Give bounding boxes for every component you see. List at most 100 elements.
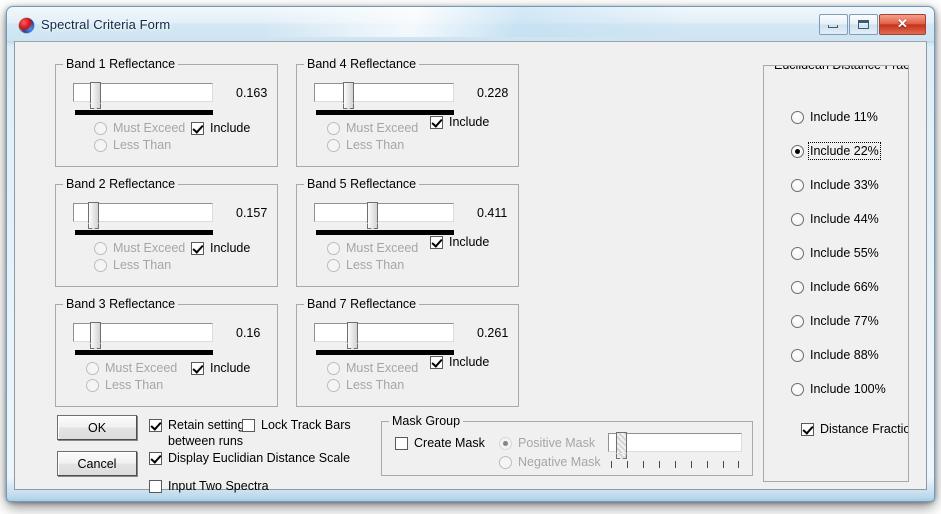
band-5-value: 0.411: [477, 206, 508, 220]
band-1-group: Band 1 Reflectance 0.163 Must Exceed Les…: [55, 57, 278, 167]
title-bar[interactable]: Spectral Criteria Form ✕: [7, 7, 934, 41]
band-7-value: 0.261: [477, 326, 509, 340]
radio-glyph: [791, 212, 804, 226]
band-7-track-channel[interactable]: [314, 323, 454, 342]
band-4-less-than-label: Less Than: [346, 138, 405, 152]
radio-glyph: [327, 258, 340, 272]
band-4-include-label: Include: [449, 115, 490, 129]
band-2-track-thumb[interactable]: [88, 202, 99, 229]
tick-mark: [659, 461, 660, 468]
band-3-less-than-radio[interactable]: Less Than: [86, 378, 163, 392]
band-5-must-exceed-radio[interactable]: Must Exceed: [327, 241, 418, 255]
euclidean-option-include-11[interactable]: Include 11%: [791, 110, 878, 124]
retain-settings-checkbox[interactable]: Retain settings: [149, 418, 251, 432]
band-5-less-than-label: Less Than: [346, 258, 405, 272]
euclidean-option-include-100[interactable]: Include 100%: [791, 382, 886, 396]
band-3-must-exceed-radio[interactable]: Must Exceed: [86, 361, 177, 375]
band-5-include-checkbox[interactable]: Include: [430, 235, 489, 249]
application-window: Spectral Criteria Form ✕ Band 1 Reflecta…: [6, 6, 935, 502]
band-7-less-than-radio[interactable]: Less Than: [327, 378, 404, 392]
create-mask-label: Create Mask: [414, 436, 485, 450]
band-2-must-exceed-label: Must Exceed: [113, 241, 186, 255]
tick-mark: [691, 461, 692, 468]
band-3-title: Band 3 Reflectance: [63, 297, 179, 311]
euclidean-option-include-77[interactable]: Include 77%: [791, 314, 879, 328]
checkbox-glyph: [801, 422, 814, 436]
band-2-include-checkbox[interactable]: Include: [191, 241, 250, 255]
tick-mark: [707, 461, 708, 468]
band-2-must-exceed-radio[interactable]: Must Exceed: [94, 241, 185, 255]
radio-glyph: [499, 436, 512, 450]
band-7-track-thumb[interactable]: [347, 322, 358, 349]
euclidean-option-include-22[interactable]: Include 22%: [791, 142, 881, 160]
band-4-include-checkbox[interactable]: Include: [430, 115, 489, 129]
radio-glyph: [791, 246, 804, 260]
glass-sheen: [267, 7, 687, 37]
tick-mark: [723, 461, 724, 468]
ok-button[interactable]: OK: [57, 415, 137, 440]
checkbox-glyph: [242, 418, 255, 432]
band-5-less-than-radio[interactable]: Less Than: [327, 258, 404, 272]
distance-fraction-checkbox[interactable]: Distance Fraction: [801, 422, 909, 436]
band-7-must-exceed-radio[interactable]: Must Exceed: [327, 361, 418, 375]
band-3-include-label: Include: [210, 361, 251, 375]
mask-track-thumb[interactable]: [616, 432, 627, 459]
radio-glyph: [94, 241, 107, 255]
euclidean-option-include-88[interactable]: Include 88%: [791, 348, 879, 362]
positive-mask-radio[interactable]: Positive Mask: [499, 436, 595, 450]
checkbox-glyph: [191, 121, 204, 135]
band-5-track-thumb[interactable]: [367, 202, 378, 229]
band-4-must-exceed-radio[interactable]: Must Exceed: [327, 121, 418, 135]
band-3-include-checkbox[interactable]: Include: [191, 361, 250, 375]
negative-mask-radio[interactable]: Negative Mask: [499, 455, 601, 469]
spectral-sphere-icon: [19, 18, 34, 33]
lock-track-bars-checkbox[interactable]: Lock Track Bars: [242, 418, 351, 432]
band-4-track-thumb[interactable]: [343, 82, 354, 109]
checkbox-glyph: [149, 451, 162, 465]
euclidean-option-include-55[interactable]: Include 55%: [791, 246, 879, 260]
mask-track-channel[interactable]: [608, 433, 742, 452]
band-4-less-than-radio[interactable]: Less Than: [327, 138, 404, 152]
retain-settings-label: Retain settings: [168, 418, 251, 432]
euclidean-option-include-44[interactable]: Include 44%: [791, 212, 879, 226]
band-2-value: 0.157: [236, 206, 268, 220]
mask-track-ticks: [608, 461, 742, 468]
retain-settings-label-line2: between runs: [168, 434, 244, 448]
band-1-track-thumb[interactable]: [90, 82, 101, 109]
band-7-include-checkbox[interactable]: Include: [430, 355, 489, 369]
band-7-must-exceed-label: Must Exceed: [346, 361, 419, 375]
euclidean-option-label: Include 77%: [810, 314, 879, 328]
mask-group: Mask Group Create Mask Positive Mask Neg…: [381, 414, 753, 476]
radio-glyph: [791, 110, 804, 124]
input-two-spectra-checkbox[interactable]: Input Two Spectra: [149, 479, 269, 493]
euclidean-option-include-33[interactable]: Include 33%: [791, 178, 879, 192]
minimize-button[interactable]: [819, 14, 848, 35]
radio-glyph: [791, 144, 804, 158]
band-2-less-than-label: Less Than: [113, 258, 172, 272]
band-1-include-checkbox[interactable]: Include: [191, 121, 250, 135]
band-5-title: Band 5 Reflectance: [304, 177, 420, 191]
band-1-must-exceed-label: Must Exceed: [113, 121, 186, 135]
band-4-must-exceed-label: Must Exceed: [346, 121, 419, 135]
euclidean-option-include-66[interactable]: Include 66%: [791, 280, 879, 294]
display-euclidian-distance-scale-label: Display Euclidian Distance Scale: [168, 451, 351, 465]
band-1-less-than-label: Less Than: [113, 138, 172, 152]
band-1-less-than-radio[interactable]: Less Than: [94, 138, 171, 152]
create-mask-checkbox[interactable]: Create Mask: [395, 436, 485, 450]
cancel-button[interactable]: Cancel: [57, 451, 137, 476]
band-4-track-channel[interactable]: [314, 83, 454, 102]
band-5-track-channel[interactable]: [314, 203, 454, 222]
band-2-less-than-radio[interactable]: Less Than: [94, 258, 171, 272]
distance-fraction-label: Distance Fraction: [820, 422, 909, 436]
maximize-button[interactable]: [849, 14, 878, 35]
radio-glyph: [499, 455, 512, 469]
radio-glyph: [327, 378, 340, 392]
display-euclidian-distance-scale-checkbox[interactable]: Display Euclidian Distance Scale: [149, 451, 350, 465]
tick-mark: [611, 461, 612, 468]
band-5-must-exceed-label: Must Exceed: [346, 241, 419, 255]
close-button[interactable]: ✕: [879, 14, 926, 35]
tick-mark: [675, 461, 676, 468]
band-4-value: 0.228: [477, 86, 509, 100]
band-1-must-exceed-radio[interactable]: Must Exceed: [94, 121, 185, 135]
band-3-track-thumb[interactable]: [90, 322, 101, 349]
